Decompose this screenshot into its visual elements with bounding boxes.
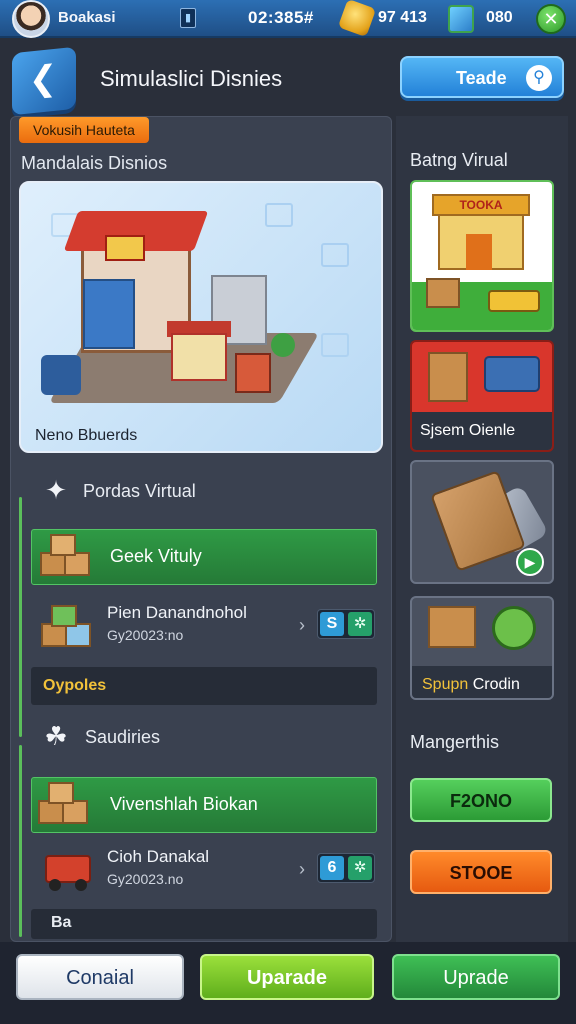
trade-button[interactable]: Teade ⚲ (400, 56, 564, 98)
distribution-label: Sjsem Oienle (420, 422, 516, 439)
forklift-icon (488, 290, 540, 312)
supply-label: Spupn Crodin (422, 676, 520, 694)
plant-icon (271, 333, 295, 357)
trade-label: Teade (456, 68, 507, 88)
store-card[interactable]: TOOKA (410, 180, 554, 332)
group-divider (19, 497, 22, 737)
player-name: Boakasi (58, 9, 116, 26)
supply-card[interactable]: Spupn Crodin (410, 596, 554, 700)
leaf-badge-icon (492, 606, 536, 650)
item-subtitle: Gy20023.no (107, 871, 184, 887)
back-arrow-icon: ❮ (28, 58, 58, 100)
gem-count: 080 (486, 9, 513, 26)
green-row-label: Geek Vituly (110, 546, 202, 566)
cancel-button[interactable]: Conaial (16, 954, 184, 1000)
crate-icon (426, 278, 460, 308)
group-title: Pordas Virtual (83, 481, 196, 501)
category-tag[interactable]: Vokusih Hauteta (19, 117, 149, 143)
player-avatar[interactable] (12, 0, 50, 38)
section-title: Mandalais Disnios (21, 153, 168, 173)
chevron-right-icon: › (299, 615, 305, 635)
shop-front (171, 333, 227, 381)
truck-icon (41, 847, 95, 891)
back-button[interactable]: ❮ (12, 46, 76, 116)
list-item[interactable]: Pien Danandnohol Gy20023:no › S ✲ (31, 597, 377, 663)
star-icon: ✦ (45, 475, 67, 505)
parcel-card[interactable]: ▶ (410, 460, 554, 584)
supply-label-b: Crodin (472, 676, 520, 693)
green-row-label: Vivenshlah Biokan (110, 794, 258, 814)
right-title: Batng Virual (410, 150, 508, 170)
strip-label: Oypoles (43, 677, 107, 694)
trolley-icon (428, 606, 476, 648)
kiosk (235, 353, 271, 393)
store-sign: TOOKA (432, 194, 530, 216)
manage-title: Mangerthis (410, 732, 500, 752)
partial-strip[interactable]: Ba (31, 909, 377, 939)
package-icon (430, 470, 526, 572)
item-subtitle: Gy20023:no (107, 627, 184, 643)
item-badge[interactable]: 6 ✲ (317, 853, 375, 883)
boxes-icon (38, 782, 92, 826)
flag-icon: ▮ (180, 8, 196, 28)
play-icon[interactable]: ▶ (516, 548, 544, 576)
timer: 02:385# (248, 8, 314, 27)
coin-icon (337, 0, 377, 38)
boxes-icon (428, 352, 468, 402)
item-title: Cioh Danakal (107, 847, 210, 866)
page-title: Simulaslici Disnies (100, 66, 283, 91)
supply-label-a: Spupn (422, 676, 469, 693)
bottom-bar: Conaial Uparade Uprade (0, 942, 576, 1024)
upgrade-button[interactable]: Uparade (200, 954, 374, 1000)
right-column: Batng Virual TOOKA Sjsem Oienle ▶ Spupn … (396, 116, 568, 942)
list-item[interactable]: Cioh Danakal Gy20023.no › 6 ✲ (31, 841, 377, 907)
item-count: S (320, 612, 344, 636)
item-count: 6 (320, 856, 344, 880)
cart-icon (41, 355, 81, 395)
green-row[interactable]: Geek Vituly (31, 529, 377, 585)
status-bar: Boakasi ▮ 02:385# 97 413 080 ✕ (0, 0, 576, 38)
ghost-icon (321, 333, 349, 357)
gem-icon (448, 5, 474, 33)
green-action-button[interactable]: F2ONO (410, 778, 552, 822)
clover-icon: ✲ (348, 612, 372, 636)
produce-crate-icon (41, 605, 95, 649)
boxes-icon (40, 534, 94, 578)
group-divider (19, 745, 22, 937)
group-title: Saudiries (85, 727, 161, 747)
clover-icon: ✲ (348, 856, 372, 880)
hero-card[interactable]: Neno Bbuerds (19, 181, 383, 453)
building-wing (83, 279, 135, 349)
chevron-right-icon: › (299, 859, 305, 879)
ghost-icon (265, 203, 293, 227)
green-row[interactable]: Vivenshlah Biokan (31, 777, 377, 833)
leaf-icon: ☘ (44, 721, 68, 751)
strip-label: Ba (51, 914, 72, 931)
header: ❮ Simulaslici Disnies Teade ⚲ (0, 40, 576, 118)
store-door (466, 234, 492, 270)
upgrade-button-secondary[interactable]: Uprade (392, 954, 560, 1000)
hero-caption: Neno Bbuerds (35, 427, 138, 444)
left-panel: Vokusih Hauteta Mandalais Disnios Neno B… (10, 116, 392, 942)
orange-action-button[interactable]: STOOE (410, 850, 552, 894)
van-icon (484, 356, 540, 392)
building-sign (105, 235, 145, 261)
ghost-icon (321, 243, 349, 267)
item-badge[interactable]: S ✲ (317, 609, 375, 639)
distribution-card[interactable]: Sjsem Oienle (410, 340, 554, 452)
supplies-strip[interactable]: Oypoles (31, 667, 377, 705)
coin-count: 97 413 (378, 9, 427, 26)
item-title: Pien Danandnohol (107, 603, 247, 622)
search-icon: ⚲ (526, 65, 552, 91)
settings-button[interactable]: ✕ (536, 4, 566, 34)
